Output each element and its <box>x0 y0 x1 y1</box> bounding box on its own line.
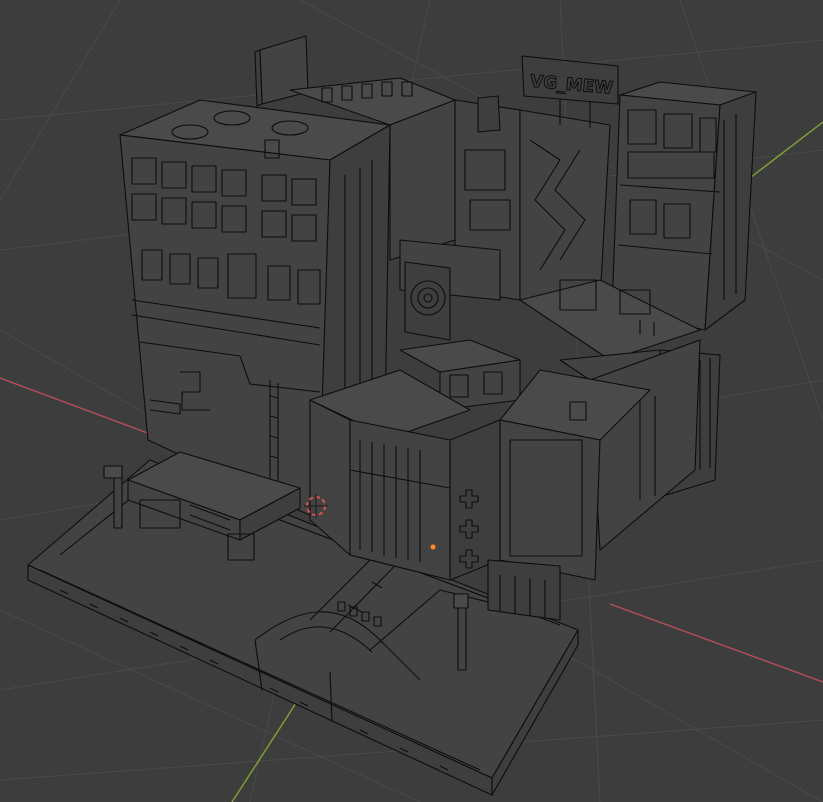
right-tower[interactable] <box>611 81 757 331</box>
3d-viewport[interactable]: VG_MEW <box>0 0 823 802</box>
viewport-canvas[interactable]: VG_MEW <box>0 0 823 802</box>
object-origin-icon <box>430 544 436 550</box>
x-axis-line-far <box>609 603 823 683</box>
x-axis-line <box>0 377 151 435</box>
rooftop-billboard-frame <box>254 35 309 107</box>
y-axis-line <box>231 699 299 802</box>
